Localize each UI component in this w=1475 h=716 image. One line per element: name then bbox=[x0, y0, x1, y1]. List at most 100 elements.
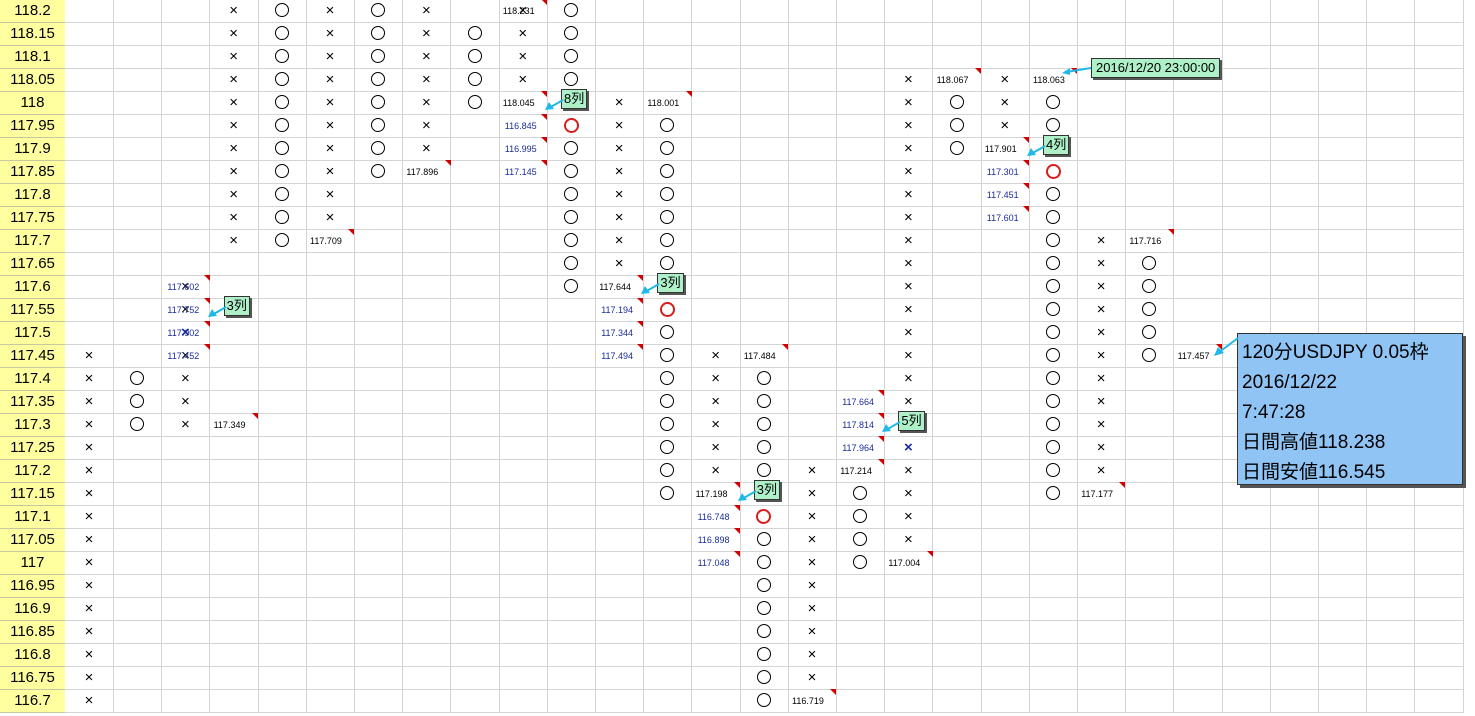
grid-cell[interactable] bbox=[1125, 460, 1175, 483]
grid-cell[interactable] bbox=[306, 322, 355, 345]
comment-indicator-icon[interactable] bbox=[1023, 206, 1029, 212]
grid-cell[interactable] bbox=[980, 322, 1030, 345]
grid-cell[interactable] bbox=[65, 184, 114, 207]
grid-cell[interactable] bbox=[1173, 92, 1223, 115]
grid-cell[interactable] bbox=[1318, 506, 1368, 529]
grid-cell[interactable] bbox=[1125, 552, 1175, 575]
grid-cell[interactable] bbox=[547, 690, 596, 713]
grid-cell[interactable] bbox=[1173, 161, 1223, 184]
grid-cell[interactable] bbox=[161, 184, 211, 207]
comment-indicator-icon[interactable] bbox=[878, 390, 885, 396]
grid-cell[interactable] bbox=[980, 437, 1030, 460]
grid-cell[interactable] bbox=[691, 161, 741, 184]
grid-cell[interactable] bbox=[209, 690, 259, 713]
grid-cell[interactable] bbox=[209, 437, 259, 460]
grid-cell[interactable] bbox=[161, 92, 211, 115]
grid-cell[interactable] bbox=[595, 667, 645, 690]
grid-cell[interactable] bbox=[595, 644, 645, 667]
grid-cell[interactable] bbox=[257, 644, 307, 667]
grid-cell[interactable] bbox=[547, 575, 596, 598]
grid-cell[interactable] bbox=[354, 299, 404, 322]
grid-cell[interactable] bbox=[1077, 207, 1127, 230]
grid-cell[interactable] bbox=[1173, 667, 1223, 690]
grid-cell[interactable] bbox=[113, 299, 163, 322]
grid-cell[interactable] bbox=[1173, 460, 1223, 483]
grid-cell[interactable] bbox=[1077, 575, 1127, 598]
row-header[interactable]: 117.9 bbox=[0, 138, 65, 161]
grid-cell[interactable] bbox=[932, 667, 982, 690]
grid-cell[interactable] bbox=[209, 644, 259, 667]
grid-cell[interactable] bbox=[65, 69, 114, 92]
grid-cell[interactable] bbox=[691, 69, 741, 92]
grid-cell[interactable] bbox=[402, 506, 452, 529]
grid-cell[interactable] bbox=[1029, 575, 1078, 598]
grid-cell[interactable] bbox=[402, 552, 452, 575]
row-header[interactable]: 117.25 bbox=[0, 437, 65, 460]
grid-cell[interactable] bbox=[788, 46, 837, 69]
grid-cell[interactable] bbox=[402, 230, 452, 253]
grid-cell[interactable] bbox=[209, 575, 259, 598]
grid-cell[interactable] bbox=[1270, 644, 1319, 667]
row-header[interactable]: 117.8 bbox=[0, 184, 65, 207]
grid-cell[interactable] bbox=[547, 299, 596, 322]
grid-cell[interactable] bbox=[1221, 207, 1271, 230]
grid-cell[interactable] bbox=[1173, 575, 1223, 598]
grid-cell[interactable] bbox=[1173, 529, 1223, 552]
grid-cell[interactable] bbox=[932, 575, 982, 598]
grid-cell[interactable] bbox=[161, 207, 211, 230]
grid-cell[interactable] bbox=[306, 276, 355, 299]
grid-cell[interactable] bbox=[1221, 253, 1271, 276]
grid-cell[interactable] bbox=[1270, 46, 1319, 69]
grid-cell[interactable] bbox=[1173, 207, 1223, 230]
grid-cell[interactable] bbox=[257, 437, 307, 460]
grid-cell[interactable] bbox=[691, 322, 741, 345]
grid-cell[interactable] bbox=[209, 506, 259, 529]
grid-cell[interactable] bbox=[354, 414, 404, 437]
grid-cell[interactable] bbox=[113, 552, 163, 575]
grid-cell[interactable] bbox=[306, 690, 355, 713]
grid-cell[interactable] bbox=[1270, 161, 1319, 184]
comment-indicator-icon[interactable] bbox=[926, 551, 933, 557]
grid-cell[interactable] bbox=[547, 598, 596, 621]
grid-cell[interactable] bbox=[257, 391, 307, 414]
grid-cell[interactable] bbox=[1270, 598, 1319, 621]
row-header[interactable]: 117.15 bbox=[0, 483, 65, 506]
grid-cell[interactable] bbox=[1318, 23, 1368, 46]
grid-cell[interactable] bbox=[498, 230, 548, 253]
grid-cell[interactable] bbox=[257, 345, 307, 368]
grid-cell[interactable] bbox=[113, 46, 163, 69]
grid-cell[interactable] bbox=[1270, 138, 1319, 161]
grid-cell[interactable] bbox=[498, 207, 548, 230]
grid-cell[interactable] bbox=[1318, 621, 1368, 644]
grid-cell[interactable] bbox=[1414, 529, 1464, 552]
grid-cell[interactable] bbox=[932, 391, 982, 414]
grid-cell[interactable] bbox=[595, 552, 645, 575]
row-header[interactable]: 118.05 bbox=[0, 69, 65, 92]
grid-cell[interactable] bbox=[1270, 276, 1319, 299]
grid-cell[interactable] bbox=[691, 46, 741, 69]
grid-cell[interactable] bbox=[1414, 299, 1464, 322]
comment-indicator-icon[interactable] bbox=[637, 298, 644, 304]
grid-cell[interactable] bbox=[788, 115, 837, 138]
grid-cell[interactable] bbox=[498, 414, 548, 437]
grid-cell[interactable] bbox=[257, 575, 307, 598]
grid-cell[interactable] bbox=[788, 368, 837, 391]
grid-cell[interactable] bbox=[450, 253, 500, 276]
grid-cell[interactable] bbox=[691, 667, 741, 690]
grid-cell[interactable] bbox=[788, 276, 837, 299]
grid-cell[interactable] bbox=[1221, 506, 1271, 529]
grid-cell[interactable] bbox=[354, 598, 404, 621]
row-header[interactable]: 116.75 bbox=[0, 667, 65, 690]
grid-cell[interactable] bbox=[65, 253, 114, 276]
grid-cell[interactable] bbox=[257, 529, 307, 552]
grid-cell[interactable] bbox=[1221, 529, 1271, 552]
grid-cell[interactable] bbox=[498, 391, 548, 414]
grid-cell[interactable] bbox=[1173, 644, 1223, 667]
grid-cell[interactable] bbox=[980, 23, 1030, 46]
grid-cell[interactable] bbox=[980, 644, 1030, 667]
grid-cell[interactable] bbox=[1414, 552, 1464, 575]
grid-cell[interactable] bbox=[595, 506, 645, 529]
grid-cell[interactable] bbox=[65, 322, 114, 345]
grid-cell[interactable] bbox=[450, 644, 500, 667]
grid-cell[interactable] bbox=[450, 667, 500, 690]
